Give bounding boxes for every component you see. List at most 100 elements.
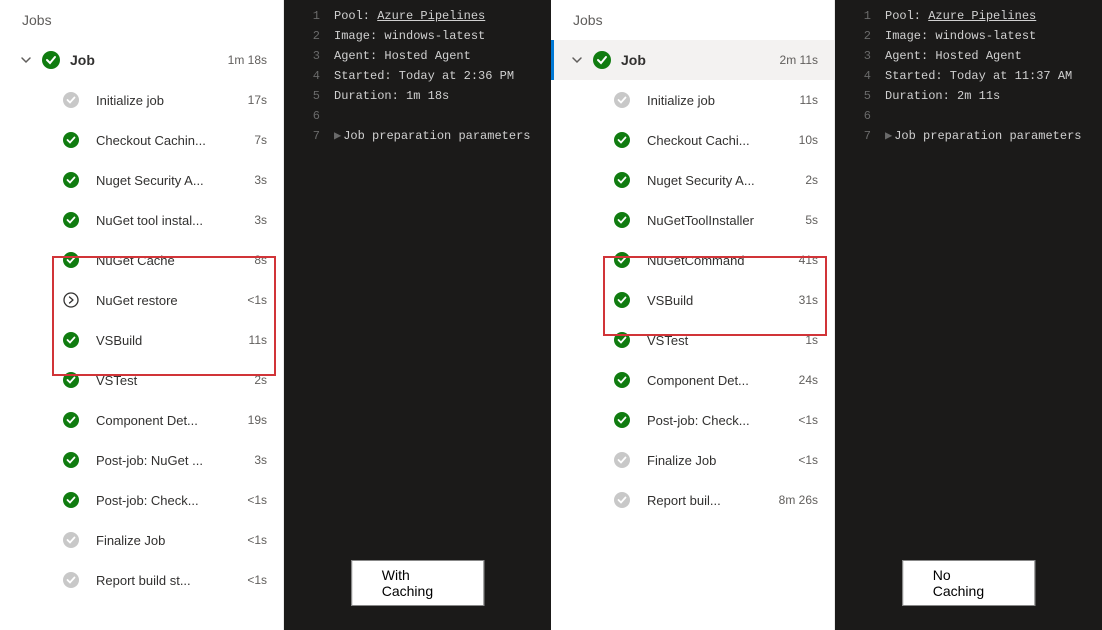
success-icon [60, 252, 82, 268]
step-row[interactable]: Checkout Cachin... 7s [0, 120, 283, 160]
log-text: Pool: [885, 9, 928, 23]
success-gray-icon [60, 532, 82, 548]
success-icon [60, 172, 82, 188]
step-duration: 17s [248, 93, 267, 107]
step-row[interactable]: Initialize job 17s [0, 80, 283, 120]
step-row[interactable]: VSTest 2s [0, 360, 283, 400]
step-label: Finalize Job [647, 453, 792, 468]
step-duration: <1s [247, 493, 267, 507]
step-row[interactable]: NuGetToolInstaller 5s [551, 200, 834, 240]
step-row[interactable]: NuGetCommand41s [551, 240, 834, 280]
log-text: Image: windows-latest [885, 26, 1036, 46]
step-label: VSTest [647, 333, 799, 348]
success-gray-icon [611, 92, 633, 108]
log-text: Agent: Hosted Agent [334, 46, 471, 66]
triangle-right-icon: ▶ [334, 126, 341, 146]
step-duration: 3s [254, 213, 267, 227]
step-label: NuGet Cache [96, 253, 248, 268]
step-label: Checkout Cachin... [96, 133, 248, 148]
job-row[interactable]: Job 2m 11s [551, 40, 834, 80]
step-label: Post-job: Check... [96, 493, 241, 508]
job-duration: 1m 18s [228, 53, 267, 67]
success-icon [611, 412, 633, 428]
step-duration: 3s [254, 453, 267, 467]
job-row[interactable]: Job 1m 18s [0, 40, 283, 80]
success-icon [611, 332, 633, 348]
step-row[interactable]: VSTest 1s [551, 320, 834, 360]
job-label: Job [621, 52, 780, 68]
job-duration: 2m 11s [780, 53, 818, 67]
chevron-down-icon[interactable] [569, 54, 585, 66]
step-label: NuGetToolInstaller [647, 213, 799, 228]
steps-list: Initialize job11sCheckout Cachi...10sNug… [551, 80, 834, 520]
success-icon [611, 132, 633, 148]
step-label: Initialize job [647, 93, 794, 108]
step-row[interactable]: VSBuild11s [0, 320, 283, 360]
pool-link[interactable]: Azure Pipelines [928, 9, 1036, 23]
step-row[interactable]: Post-job: Check... <1s [551, 400, 834, 440]
step-duration: 1s [805, 333, 818, 347]
step-row[interactable]: Component Det...24s [551, 360, 834, 400]
step-duration: 7s [254, 133, 267, 147]
step-row[interactable]: VSBuild31s [551, 280, 834, 320]
jobs-pane: Jobs Job 2m 11s Initialize job11sCheckou… [551, 0, 835, 630]
success-gray-icon [60, 92, 82, 108]
success-icon [611, 212, 633, 228]
step-row[interactable]: Component Det... 19s [0, 400, 283, 440]
triangle-right-icon: ▶ [885, 126, 892, 146]
step-row[interactable]: Nuget Security A...2s [551, 160, 834, 200]
log-collapsible-row[interactable]: 7▶Job preparation parameters [284, 126, 551, 146]
log-text: Duration: 2m 11s [885, 86, 1000, 106]
step-label: Finalize Job [96, 533, 241, 548]
step-row[interactable]: Nuget Security A...3s [0, 160, 283, 200]
step-duration: <1s [247, 573, 267, 587]
jobs-header: Jobs [551, 0, 834, 40]
chevron-down-icon[interactable] [18, 54, 34, 66]
log-collapsible-row[interactable]: 7▶Job preparation parameters [835, 126, 1102, 146]
success-icon [60, 452, 82, 468]
success-icon [40, 51, 62, 69]
step-label: Initialize job [96, 93, 242, 108]
success-icon [591, 51, 613, 69]
log-text: Duration: 1m 18s [334, 86, 449, 106]
skipped-icon [60, 292, 82, 308]
jobs-header: Jobs [0, 0, 283, 40]
success-icon [60, 332, 82, 348]
step-duration: 5s [805, 213, 818, 227]
step-label: Post-job: Check... [647, 413, 792, 428]
success-gray-icon [611, 492, 633, 508]
success-gray-icon [611, 452, 633, 468]
step-row[interactable]: Checkout Cachi...10s [551, 120, 834, 160]
success-icon [611, 292, 633, 308]
step-duration: 2s [254, 373, 267, 387]
step-row[interactable]: Report buil...8m 26s [551, 480, 834, 520]
log-pane: 1Pool: Azure Pipelines 2Image: windows-l… [835, 0, 1102, 630]
step-row[interactable]: NuGet tool instal...3s [0, 200, 283, 240]
log-text: Started: Today at 11:37 AM [885, 66, 1072, 86]
step-row[interactable]: Finalize Job <1s [0, 520, 283, 560]
success-icon [611, 172, 633, 188]
step-row[interactable]: Finalize Job <1s [551, 440, 834, 480]
step-duration: 8s [254, 253, 267, 267]
step-row[interactable]: Post-job: Check... <1s [0, 480, 283, 520]
step-row[interactable]: Report build st...<1s [0, 560, 283, 600]
log-text: Image: windows-latest [334, 26, 485, 46]
step-label: NuGetCommand [647, 253, 793, 268]
step-row[interactable]: NuGet Cache 8s [0, 240, 283, 280]
step-duration: 19s [248, 413, 267, 427]
step-row[interactable]: Post-job: NuGet ... 3s [0, 440, 283, 480]
step-label: Nuget Security A... [96, 173, 248, 188]
step-duration: <1s [798, 413, 818, 427]
step-row[interactable]: NuGet restore<1s [0, 280, 283, 320]
pool-link[interactable]: Azure Pipelines [377, 9, 485, 23]
step-label: VSTest [96, 373, 248, 388]
step-label: Component Det... [96, 413, 242, 428]
step-row[interactable]: Initialize job11s [551, 80, 834, 120]
log-text: Pool: [334, 9, 377, 23]
success-icon [60, 132, 82, 148]
step-duration: <1s [247, 533, 267, 547]
step-label: Post-job: NuGet ... [96, 453, 248, 468]
step-duration: 24s [799, 373, 818, 387]
step-duration: <1s [798, 453, 818, 467]
step-label: VSBuild [96, 333, 243, 348]
